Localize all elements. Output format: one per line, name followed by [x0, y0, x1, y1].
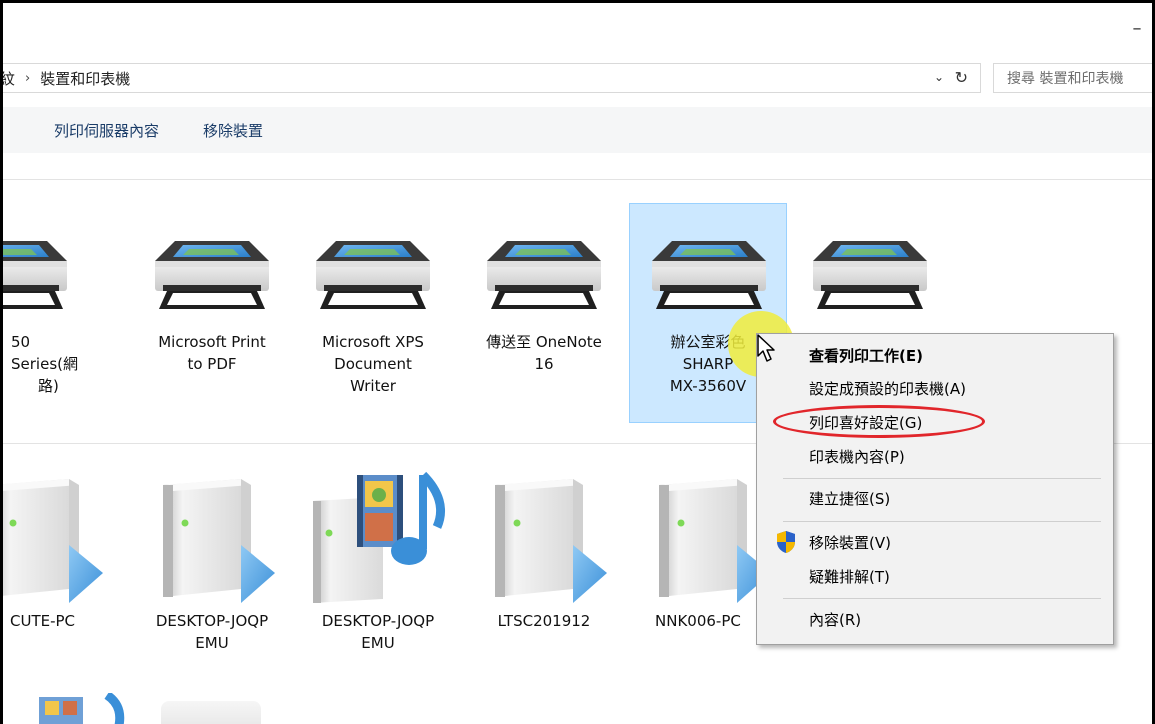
printer-item[interactable]: 50 Series(網 路) — [0, 205, 89, 397]
media-server-icon — [299, 471, 457, 603]
media-server-icon[interactable] — [21, 691, 141, 724]
breadcrumb-truncated[interactable]: 紋 — [3, 68, 15, 89]
address-bar: 紋 › 裝置和印表機 ⌄ ↻ 搜尋 裝置和印表機 — [3, 63, 1155, 93]
menu-item-view-print-jobs[interactable]: 查看列印工作(E) — [809, 344, 923, 368]
computer-label: DESKTOP-JOQP EMU — [321, 612, 435, 652]
printer-icon — [0, 205, 89, 323]
context-menu: 查看列印工作(E) 設定成預設的印表機(A) 列印喜好設定(G) 印表機內容(P… — [756, 333, 1114, 645]
printer-icon — [133, 205, 291, 323]
refresh-icon[interactable]: ↻ — [955, 68, 968, 87]
printer-label: Microsoft Print to PDF — [158, 333, 266, 373]
printer-icon — [294, 205, 452, 323]
computer-icon — [0, 471, 119, 603]
printer-item[interactable] — [791, 205, 949, 323]
computer-icon[interactable] — [161, 701, 261, 724]
print-server-properties-button[interactable]: 列印伺服器內容 — [54, 120, 159, 141]
mouse-pointer-icon — [757, 334, 775, 362]
chevron-down-icon[interactable]: ⌄ — [934, 70, 944, 84]
uac-shield-icon — [777, 531, 795, 553]
search-input[interactable]: 搜尋 裝置和印表機 — [993, 63, 1155, 93]
computer-icon — [465, 471, 623, 603]
printer-item[interactable]: Microsoft XPS Document Writer — [294, 205, 452, 397]
menu-item-printer-properties[interactable]: 印表機內容(P) — [809, 445, 905, 469]
computer-label: DESKTOP-JOQP EMU — [155, 612, 269, 652]
computer-item[interactable]: CUTE-PC — [0, 471, 119, 632]
computer-icon — [133, 471, 291, 603]
highlight-ellipse — [773, 405, 985, 438]
printer-label: Microsoft XPS Document Writer — [322, 333, 424, 395]
computer-label: CUTE-PC — [10, 612, 76, 630]
address-box[interactable]: 紋 › 裝置和印表機 ⌄ ↻ — [3, 63, 981, 93]
section-divider — [3, 179, 1155, 180]
printer-icon — [630, 205, 786, 323]
title-bar: – — [3, 3, 1155, 59]
printer-item[interactable]: Microsoft Print to PDF — [133, 205, 291, 375]
breadcrumb-current[interactable]: 裝置和印表機 — [40, 68, 130, 89]
computer-label: LTSC201912 — [497, 612, 591, 630]
printer-item[interactable]: 傳送至 OneNote 16 — [465, 205, 623, 375]
printer-label: 50 Series(網 路) — [11, 333, 78, 395]
menu-item-set-default-printer[interactable]: 設定成預設的印表機(A) — [809, 377, 966, 401]
menu-item-troubleshoot[interactable]: 疑難排解(T) — [809, 565, 890, 589]
remove-device-button[interactable]: 移除裝置 — [203, 120, 263, 141]
computer-item[interactable]: DESKTOP-JOQP EMU — [133, 471, 291, 654]
search-placeholder: 搜尋 裝置和印表機 — [1007, 71, 1124, 87]
printer-label: 傳送至 OneNote 16 — [486, 333, 602, 373]
breadcrumb-separator-icon[interactable]: › — [25, 71, 30, 86]
menu-item-remove-device[interactable]: 移除裝置(V) — [809, 531, 891, 555]
menu-separator — [783, 521, 1101, 522]
printer-icon — [791, 205, 949, 323]
menu-item-properties[interactable]: 內容(R) — [809, 608, 861, 632]
command-bar: 列印伺服器內容 移除裝置 — [3, 107, 1155, 153]
menu-separator — [783, 478, 1101, 479]
menu-item-create-shortcut[interactable]: 建立捷徑(S) — [809, 487, 890, 511]
printer-icon — [465, 205, 623, 323]
menu-separator — [783, 598, 1101, 599]
media-computer-item[interactable]: DESKTOP-JOQP EMU — [299, 471, 457, 654]
minimize-button[interactable]: – — [1126, 17, 1148, 39]
computer-item[interactable]: LTSC201912 — [465, 471, 623, 632]
